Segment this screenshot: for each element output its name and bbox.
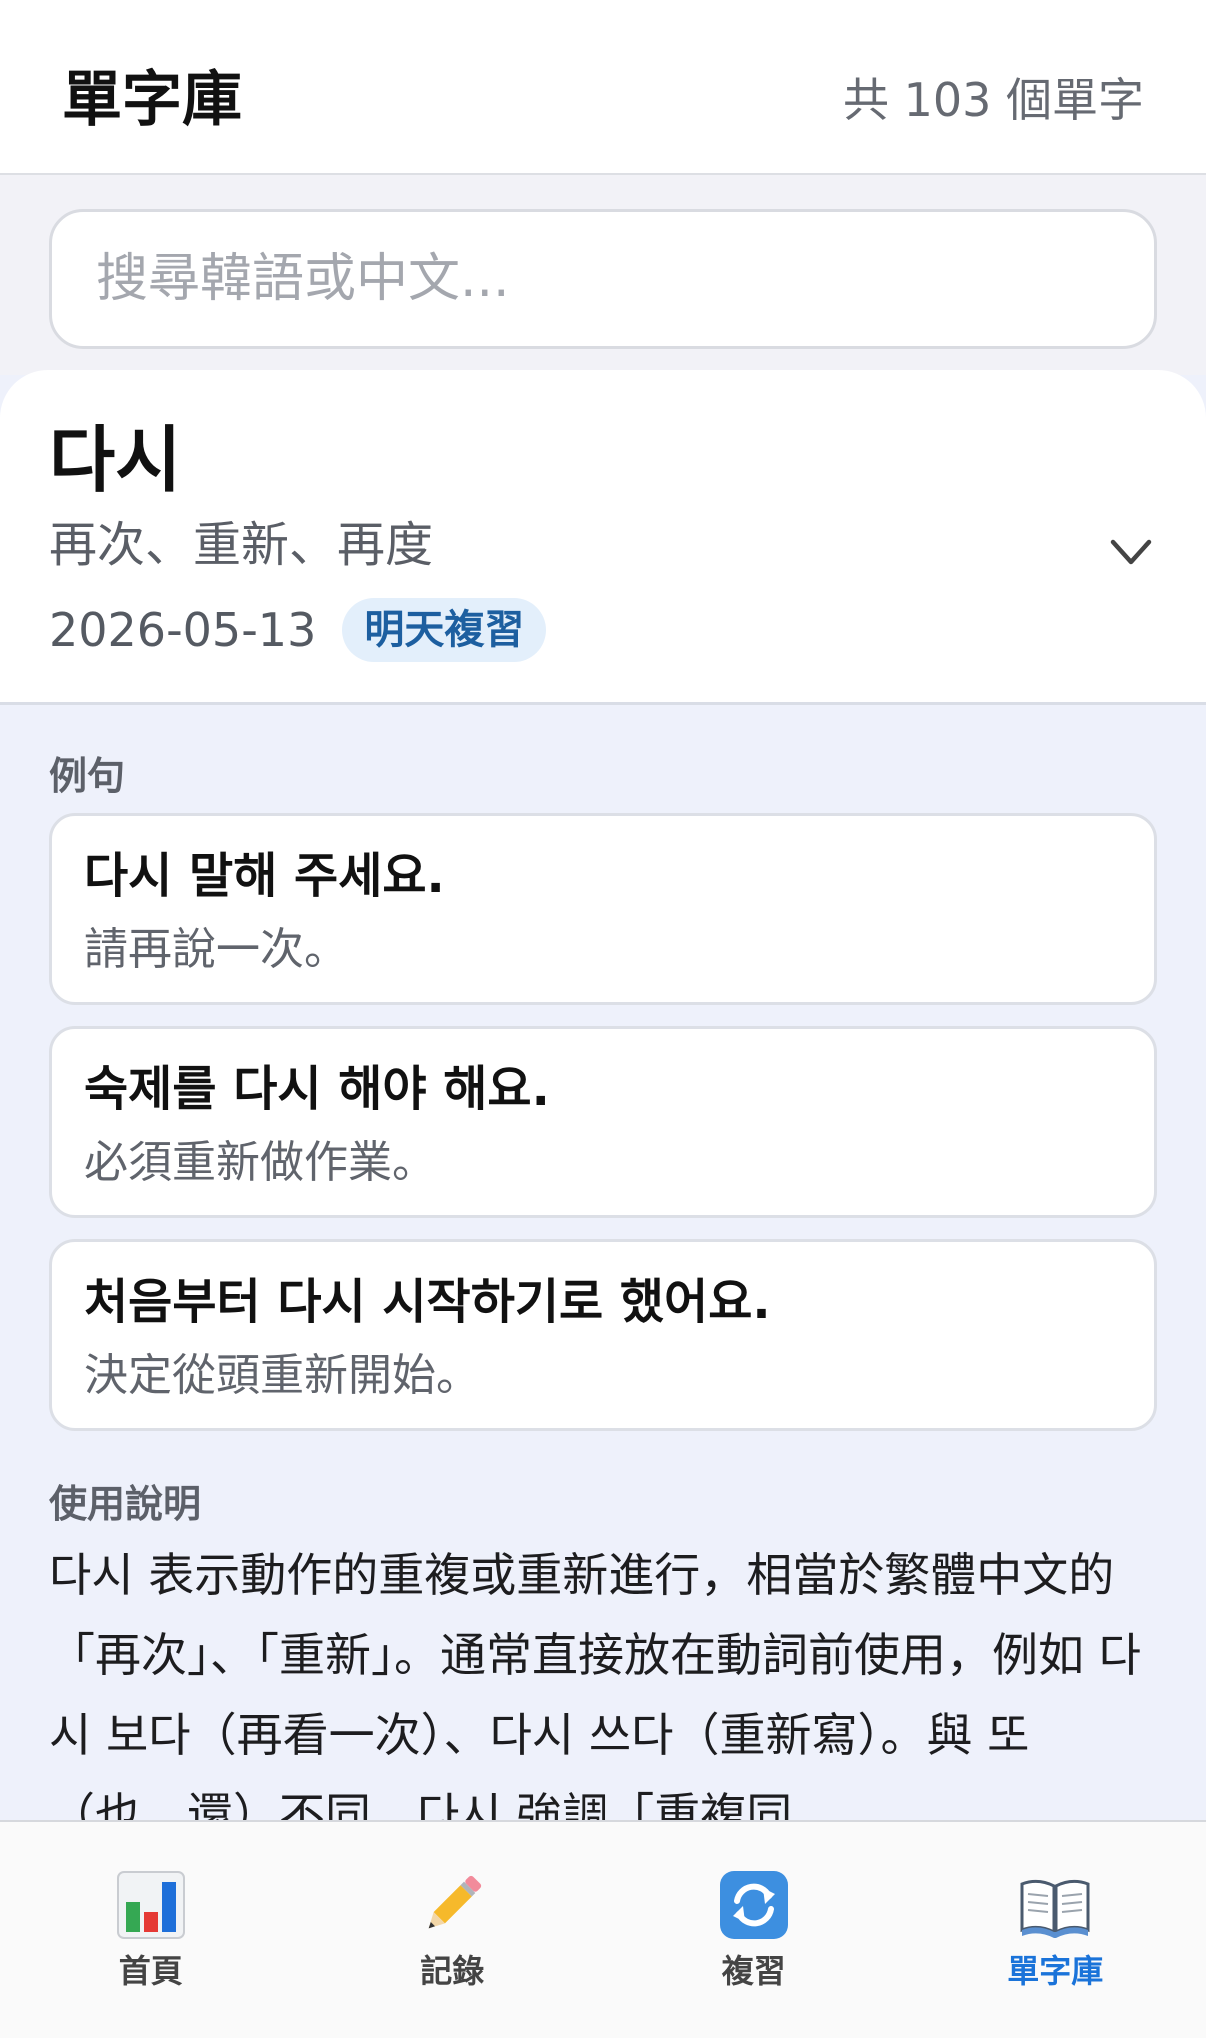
bottom-tab-bar: 首頁 記錄 複習 單字庫 (0, 1820, 1206, 2038)
tab-label: 記錄 (420, 1952, 485, 1990)
word-card-header[interactable]: 다시 再次、重新、再度 2026-05-13 明天複習 (0, 370, 1206, 705)
example-chinese: 必須重新做作業。 (84, 1137, 436, 1188)
review-status-badge: 明天複習 (342, 598, 547, 662)
usage-description: 다시 表示動作的重複或重新進行，相當於繁體中文的「再次」、「重新」。通常直接放在… (49, 1548, 1141, 1820)
pencil-icon (428, 1875, 482, 1929)
tab-records[interactable]: 記錄 (302, 1822, 604, 2038)
example-card: 다시 말해 주세요. 請再說一次。 (49, 813, 1157, 1005)
page-title: 單字庫 (62, 65, 242, 135)
example-chinese: 決定從頭重新開始。 (84, 1350, 480, 1401)
refresh-icon (719, 1871, 788, 1939)
example-korean: 다시 말해 주세요. (84, 848, 445, 904)
word-count-label: 共 103 個單字 (842, 73, 1144, 127)
open-book-icon (1020, 1879, 1090, 1938)
bar-chart-icon (116, 1871, 185, 1939)
example-chinese: 請再說一次。 (84, 924, 348, 975)
tab-home[interactable]: 首頁 (0, 1822, 302, 2038)
chevron-down-icon[interactable] (1108, 532, 1154, 572)
search-input[interactable] (49, 209, 1157, 349)
example-card: 숙제를 다시 해야 해요. 必須重新做作業。 (49, 1026, 1157, 1218)
review-date: 2026-05-13 (49, 603, 317, 657)
tab-label: 複習 (721, 1952, 786, 1990)
top-header: 單字庫 共 103 個單字 (0, 0, 1206, 175)
word-korean: 다시 (49, 418, 182, 502)
word-detail-panel: 例句 다시 말해 주세요. 請再說一次。 숙제를 다시 해야 해요. 必須重新做… (0, 705, 1206, 1820)
example-korean: 처음부터 다시 시작하기로 했어요. (84, 1274, 771, 1330)
word-meta: 2026-05-13 明天複習 (49, 595, 547, 665)
tab-label: 單字庫 (1007, 1952, 1104, 1990)
usage-section-title: 使用說明 (49, 1482, 202, 1526)
example-korean: 숙제를 다시 해야 해요. (84, 1061, 550, 1117)
tab-vocab[interactable]: 單字庫 (905, 1822, 1206, 2038)
tab-review[interactable]: 複習 (603, 1822, 905, 2038)
tab-label: 首頁 (118, 1952, 183, 1990)
examples-section-title: 例句 (49, 754, 126, 798)
search-bar-area (0, 175, 1206, 375)
word-meaning: 再次、重新、再度 (49, 517, 434, 573)
example-card: 처음부터 다시 시작하기로 했어요. 決定從頭重新開始。 (49, 1239, 1157, 1431)
